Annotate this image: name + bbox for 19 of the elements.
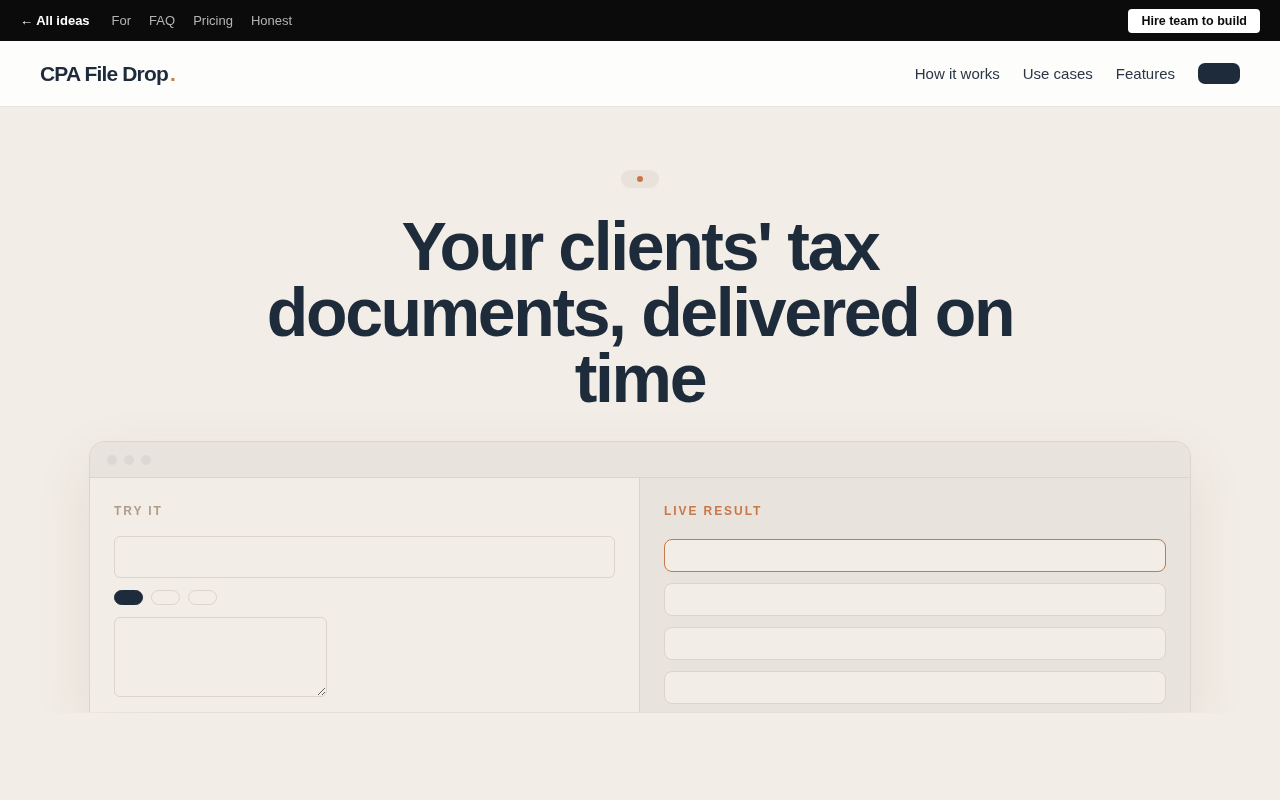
back-link[interactable]: ← All ideas (20, 13, 90, 28)
nav-link[interactable]: Features (1115, 65, 1175, 82)
logo-dot: . (169, 61, 176, 86)
option-chip[interactable] (114, 590, 143, 605)
nav-link[interactable]: Use cases (1022, 65, 1093, 82)
text-area-field[interactable] (114, 617, 327, 697)
hire-button[interactable]: Hire team to build (1128, 8, 1260, 33)
nav-link[interactable]: Pricing (193, 13, 233, 28)
logo-text[interactable]: CPA File Drop (40, 61, 168, 86)
input-field[interactable] (114, 536, 615, 578)
nav-link[interactable]: FAQ (149, 13, 176, 28)
nav-link[interactable]: Honest (250, 13, 293, 28)
panel-label: LIVE RESULT (664, 504, 764, 518)
nav-link[interactable]: For (111, 13, 132, 28)
hero-headline: Your clients' tax documents, delivered on time (265, 213, 1015, 411)
dot-icon (637, 176, 643, 182)
cta-button[interactable] (1198, 63, 1240, 84)
panel-label: TRY IT (114, 504, 164, 518)
nav-link[interactable]: How it works (914, 65, 1000, 82)
